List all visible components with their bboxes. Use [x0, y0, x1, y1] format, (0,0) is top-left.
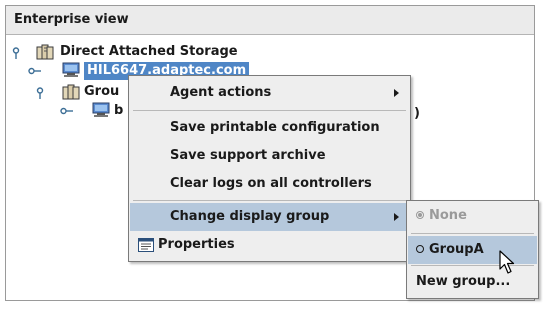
submenu-item-label: GroupA: [429, 242, 484, 257]
menu-item-agent-actions[interactable]: Agent actions: [130, 79, 409, 107]
submenu-item-none[interactable]: None: [408, 202, 537, 230]
properties-icon: [138, 238, 154, 252]
submenu-item-new-group[interactable]: New group...: [408, 268, 537, 296]
menu-item-properties[interactable]: Properties: [130, 231, 409, 259]
tree-node-child[interactable]: b: [114, 102, 123, 120]
mouse-pointer-icon: [499, 250, 515, 274]
panel-title: Enterprise view: [6, 6, 534, 35]
submenu-arrow-icon: [394, 213, 399, 221]
display-group-submenu: None GroupA New group...: [406, 200, 539, 299]
menu-item-clear-logs[interactable]: Clear logs on all controllers: [130, 170, 409, 198]
tree-node-group[interactable]: Grou: [84, 83, 119, 101]
submenu-arrow-icon: [394, 89, 399, 97]
menu-item-change-display-group[interactable]: Change display group: [130, 203, 409, 231]
tree-collapsed-handle-icon[interactable]: [28, 66, 42, 76]
tree-node-child-tail: ): [414, 106, 420, 121]
radio-unselected-icon: [416, 245, 424, 253]
menu-separator: [411, 233, 534, 234]
menu-item-save-printable-configuration[interactable]: Save printable configuration: [130, 114, 409, 142]
menu-item-label: Agent actions: [170, 85, 272, 100]
storage-group-icon: [62, 84, 80, 100]
menu-separator: [133, 110, 406, 111]
tree-collapsed-handle-icon[interactable]: [60, 106, 74, 116]
menu-item-label: Properties: [158, 237, 235, 252]
server-icon: [92, 102, 110, 117]
submenu-item-label: None: [429, 208, 467, 223]
tree-expanded-handle-icon[interactable]: [11, 47, 21, 59]
menu-separator: [133, 200, 406, 201]
tree-expanded-handle-icon[interactable]: [35, 87, 45, 99]
context-menu: Agent actions Save printable configurati…: [128, 75, 411, 262]
tree-node-direct-attached-storage[interactable]: Direct Attached Storage: [60, 43, 238, 61]
menu-item-save-support-archive[interactable]: Save support archive: [130, 142, 409, 170]
storage-group-icon: [36, 44, 54, 60]
menu-item-label: Change display group: [170, 209, 330, 224]
radio-selected-icon: [416, 211, 424, 219]
server-icon: [62, 62, 80, 77]
submenu-item-groupa[interactable]: GroupA: [408, 236, 537, 264]
